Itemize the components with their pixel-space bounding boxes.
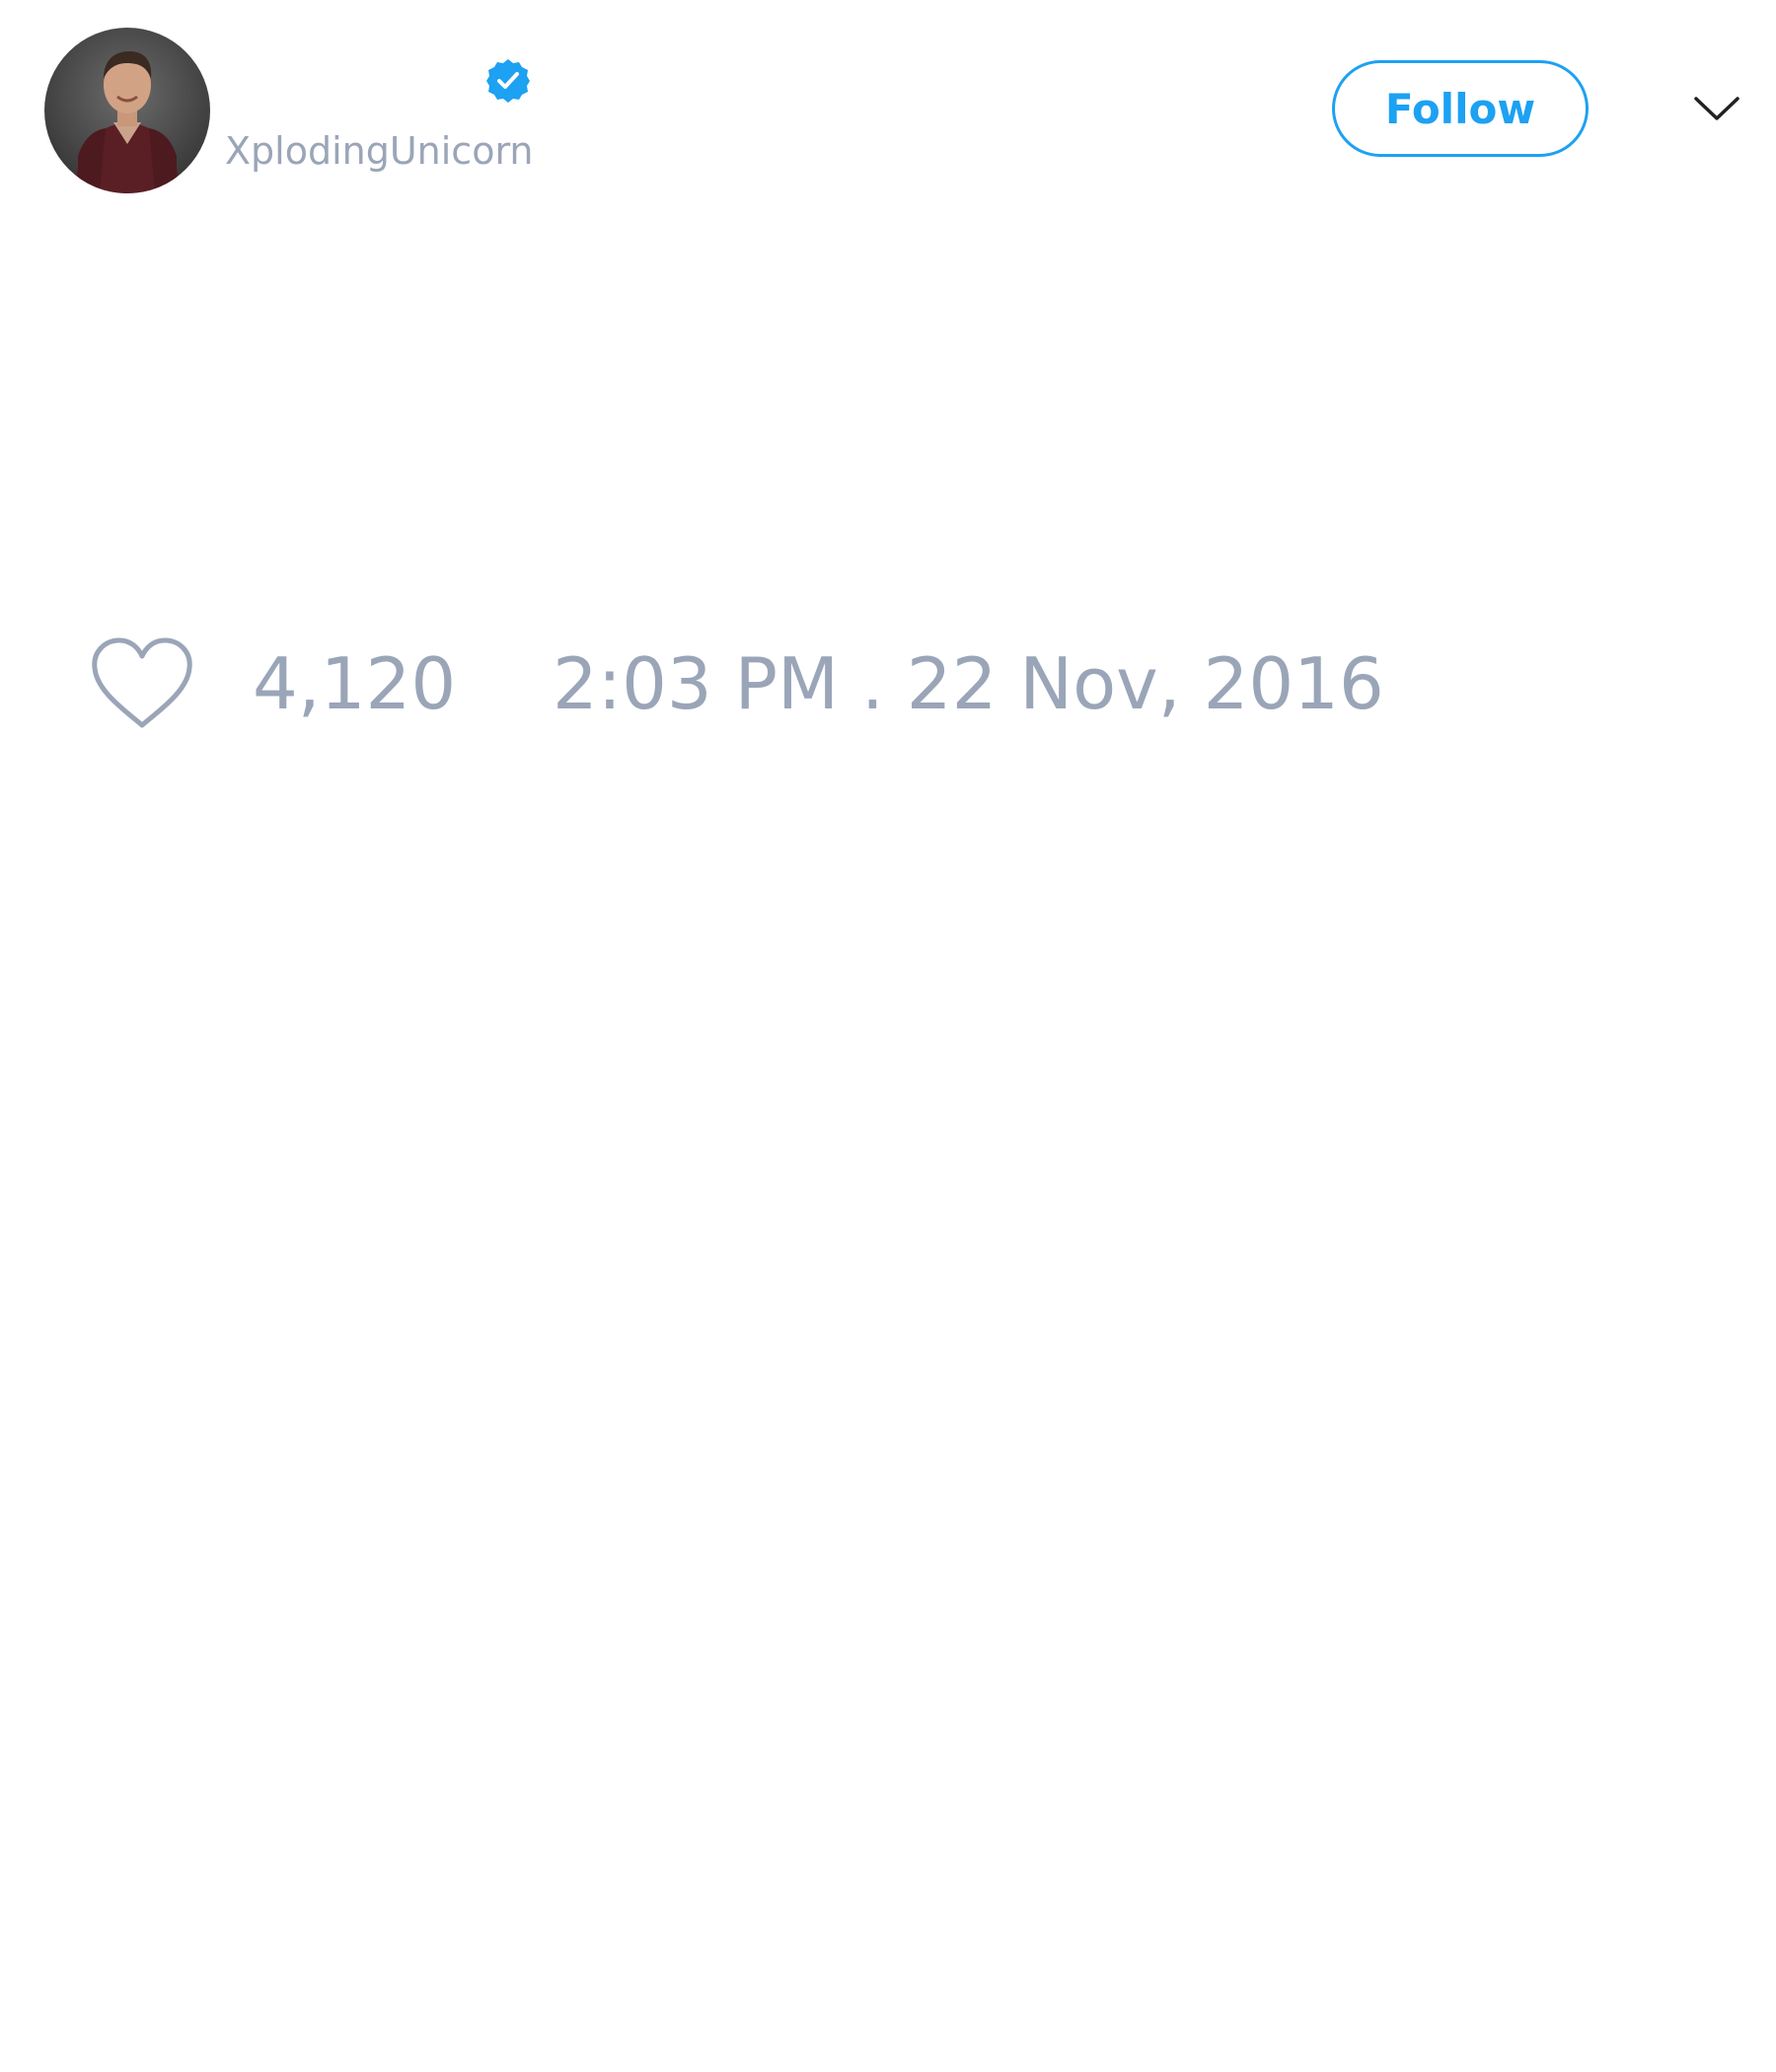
- heart-icon[interactable]: [87, 634, 197, 733]
- profile-photo: [44, 28, 210, 193]
- tweet-timestamp[interactable]: 2:03 PM . 22 Nov, 2016: [553, 641, 1384, 726]
- verified-badge-icon: [484, 57, 532, 105]
- chevron-down-icon[interactable]: [1692, 91, 1741, 126]
- like-count: 4,120: [253, 642, 457, 725]
- follow-button[interactable]: Follow: [1332, 60, 1589, 157]
- author-handle[interactable]: XplodingUnicorn: [225, 126, 533, 176]
- avatar[interactable]: [44, 28, 210, 193]
